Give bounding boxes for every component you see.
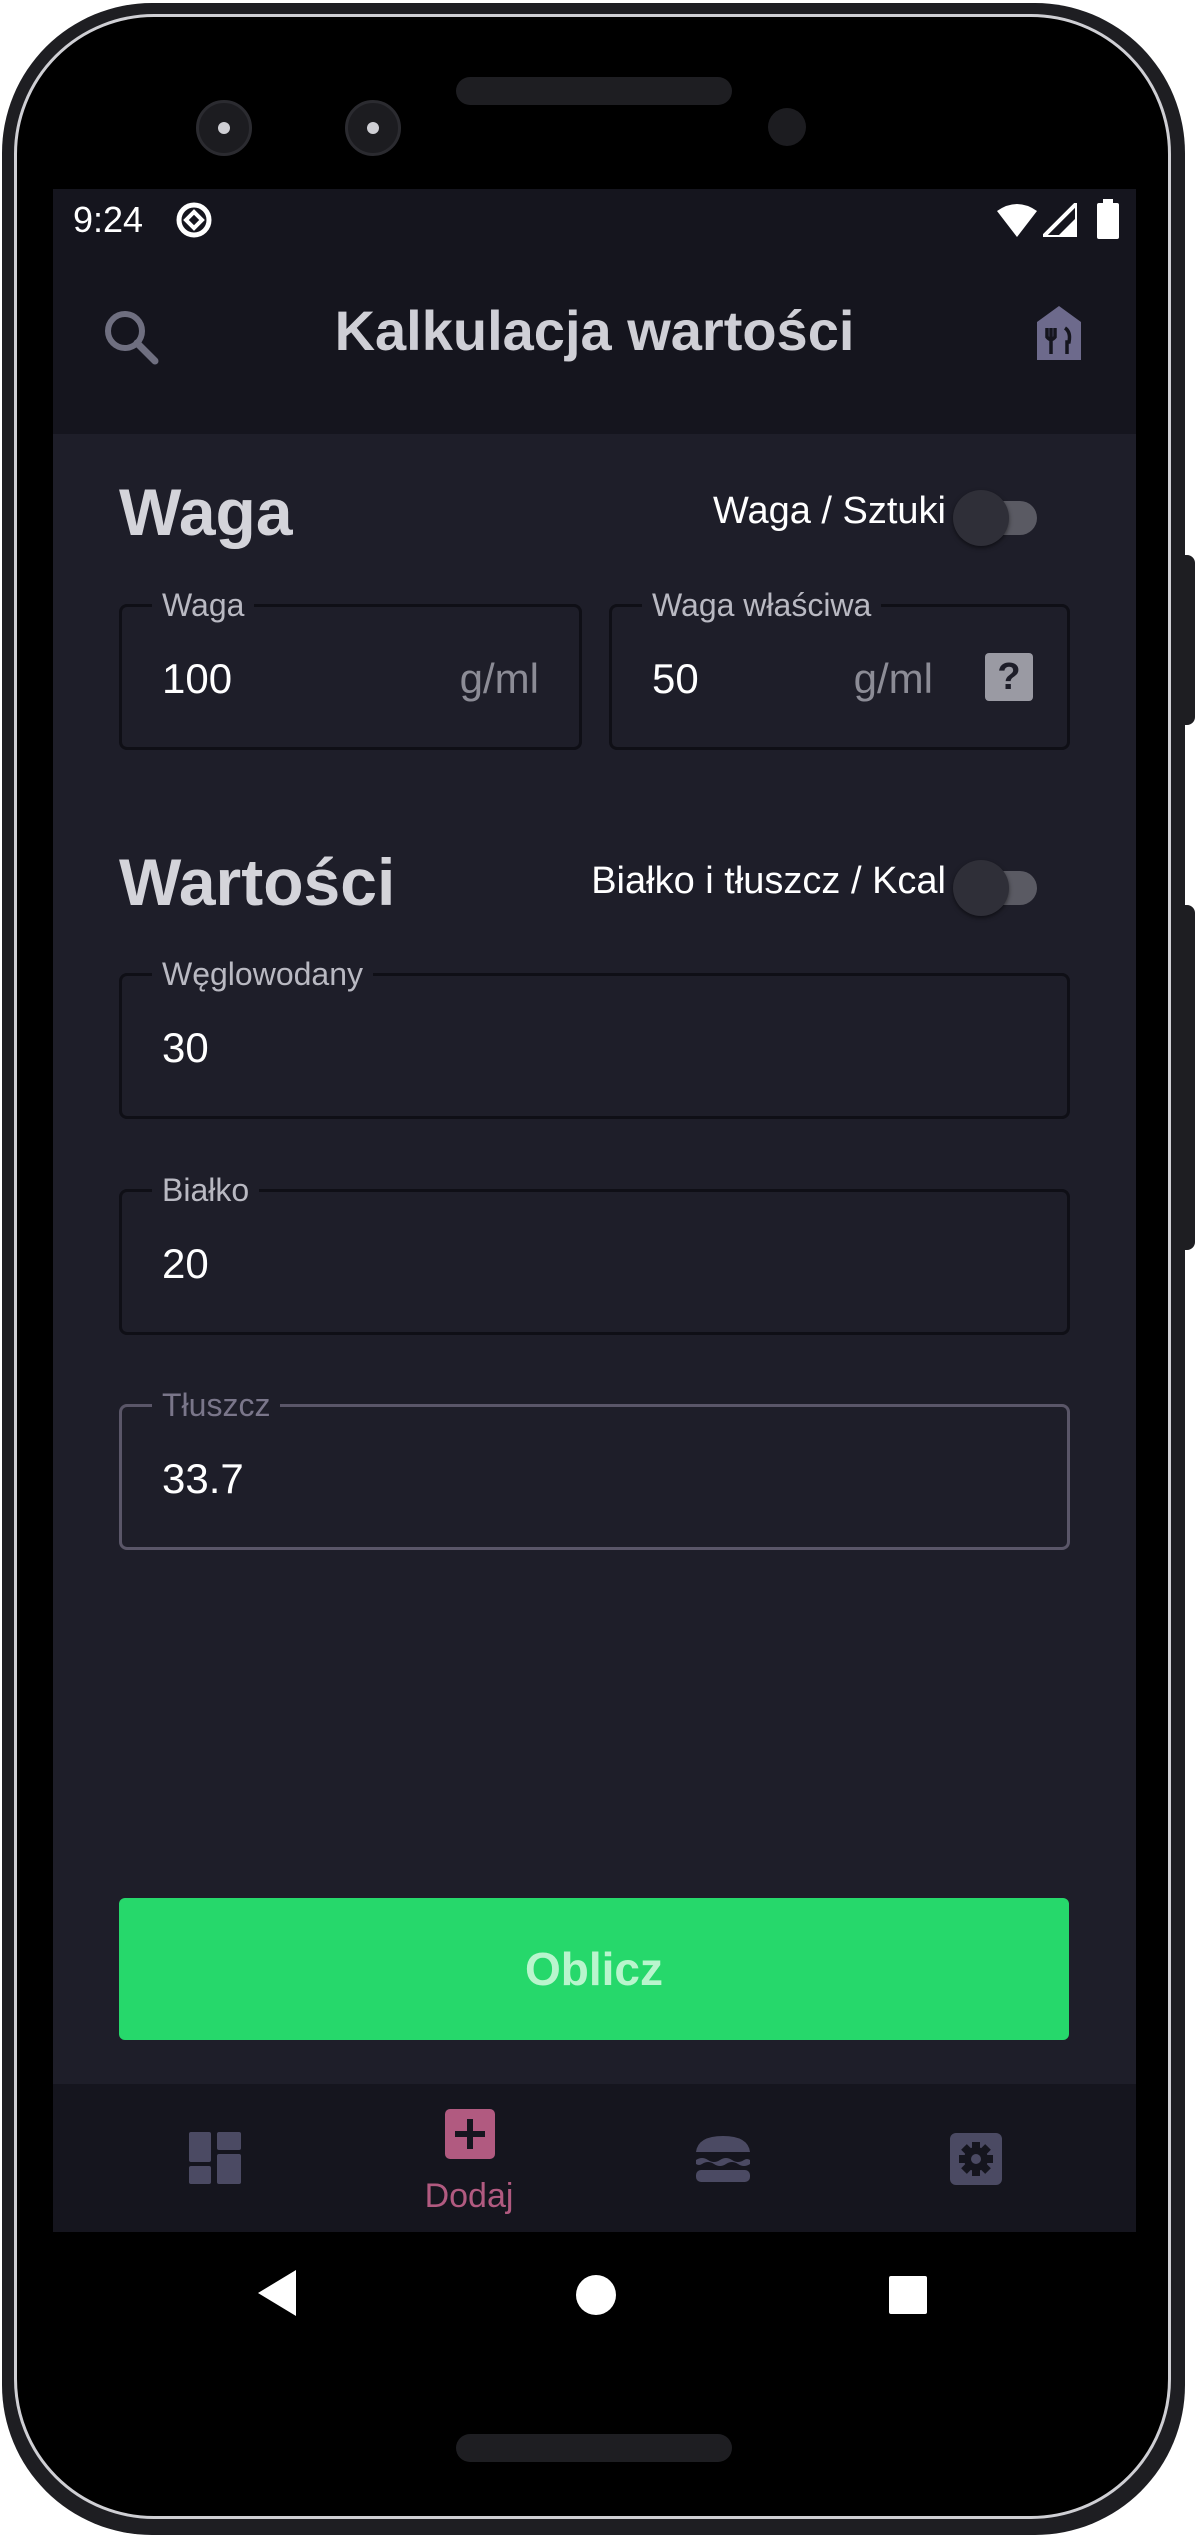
signal-icon (1038, 198, 1079, 242)
protein-value: 20 (162, 1240, 209, 1287)
status-bar: 9:24 (53, 189, 1136, 251)
toggle-thumb (953, 490, 1009, 546)
dashboard-icon (189, 2132, 241, 2189)
wifi-icon (997, 203, 1037, 242)
protein-field[interactable]: Białko 20 (119, 1170, 1070, 1335)
weight-toggle-label: Waga / Sztuki (712, 490, 946, 532)
add-box-icon (445, 2109, 495, 2164)
power-button (1183, 555, 1195, 725)
nav-dashboard[interactable] (116, 2084, 316, 2232)
nav-food[interactable] (623, 2084, 823, 2232)
nav-add-label: Dodaj (424, 2177, 514, 2215)
help-icon[interactable]: ? (985, 653, 1033, 701)
volume-button (1183, 905, 1195, 1250)
specific-weight-unit: g/ml (853, 655, 933, 702)
weight-field[interactable]: Waga 100 g/ml (119, 585, 582, 750)
sync-icon (175, 201, 213, 244)
nav-settings[interactable] (876, 2084, 1076, 2232)
carbohydrates-label: Węglowodany (152, 954, 373, 994)
home-icon[interactable] (575, 2274, 617, 2321)
protein-label: Białko (152, 1170, 260, 1210)
front-camera-2 (345, 100, 401, 156)
weight-field-label: Waga (152, 585, 255, 625)
weight-pieces-toggle[interactable] (953, 482, 1043, 546)
bottom-speaker (456, 2434, 732, 2462)
app-bar: Kalkulacja wartości (53, 251, 1136, 434)
carbohydrates-field[interactable]: Węglowodany 30 (119, 954, 1070, 1119)
bottom-navigation: Dodaj (53, 2084, 1136, 2232)
values-toggle-label: Białko i tłuszcz / Kcal (591, 860, 946, 902)
proximity-sensor (768, 108, 806, 146)
specific-weight-field[interactable]: Waga właściwa 50 g/ml ? (609, 585, 1070, 750)
fat-field[interactable]: Tłuszcz 33.7 (119, 1385, 1070, 1550)
restaurant-icon[interactable] (1033, 304, 1085, 367)
app-screen: 9:24 Kalkulacja wartości Waga Waga / Szt… (53, 189, 1136, 2232)
status-time: 9:24 (73, 199, 144, 240)
fat-value: 33.7 (162, 1455, 244, 1502)
battery-icon (1097, 199, 1119, 244)
specific-weight-field-label: Waga właściwa (642, 585, 882, 625)
burger-icon (694, 2134, 752, 2189)
carbohydrates-value: 30 (162, 1024, 209, 1071)
settings-icon (950, 2133, 1002, 2190)
values-section-title: Wartości (119, 845, 396, 919)
earpiece-speaker (456, 77, 732, 105)
weight-unit: g/ml (459, 655, 539, 702)
protein-kcal-toggle[interactable] (953, 852, 1043, 916)
specific-weight-field-value: 50 (652, 655, 699, 702)
back-icon[interactable] (258, 2270, 298, 2321)
recents-icon[interactable] (889, 2276, 927, 2319)
weight-section-title: Waga (119, 475, 293, 549)
front-camera (196, 100, 252, 156)
fat-label: Tłuszcz (152, 1385, 281, 1425)
page-title: Kalkulacja wartości (334, 299, 855, 362)
calculate-button[interactable]: Oblicz (119, 1898, 1069, 2040)
calculation-form: Waga Waga / Sztuki Waga 100 g/ml Waga wł… (53, 434, 1136, 2084)
weight-field-value: 100 (162, 655, 233, 702)
toggle-thumb (953, 860, 1009, 916)
nav-add[interactable]: Dodaj (369, 2084, 569, 2232)
